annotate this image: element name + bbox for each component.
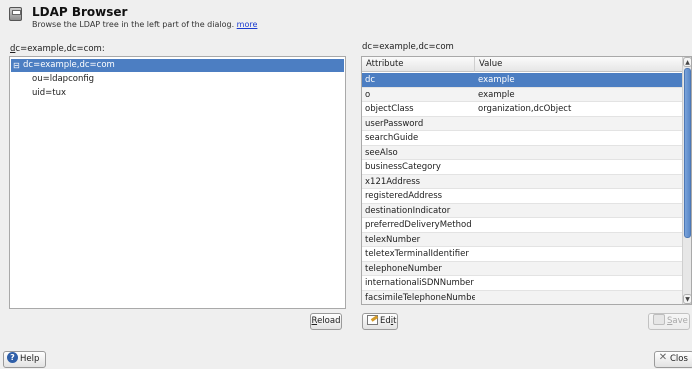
close-icon: ✕ — [658, 351, 668, 363]
scroll-down-icon[interactable]: ▼ — [683, 294, 691, 304]
attribute-cell: dc — [365, 75, 376, 85]
entry-dn-label: dc=example,dc=com — [362, 42, 454, 52]
table-row[interactable]: businessCategory — [362, 160, 682, 175]
table-row[interactable]: internationaliSDNNumber — [362, 276, 682, 291]
value-cell: example — [478, 89, 515, 100]
attribute-cell: destinationIndicator — [365, 205, 451, 216]
tree-node-root[interactable]: ⊟ dc=example,dc=com — [11, 59, 344, 72]
table-header: Attribute Value — [362, 57, 682, 72]
ldap-tree[interactable]: ⊟ dc=example,dc=com ou=ldapconfig uid=tu… — [9, 56, 346, 309]
help-icon: ? — [7, 352, 18, 363]
attribute-cell: teletexTerminalIdentifier — [365, 249, 469, 259]
table-row[interactable]: x121Address — [362, 174, 682, 189]
more-link[interactable]: more — [237, 20, 258, 29]
attribute-cell: x121Address — [365, 176, 421, 187]
attribute-cell: telexNumber — [365, 234, 421, 245]
edit-icon — [367, 314, 378, 325]
table-row[interactable]: dc example — [362, 73, 682, 88]
table-row[interactable]: objectClass organization,dcObject — [362, 102, 682, 117]
table-row[interactable]: userPassword — [362, 116, 682, 131]
reload-button[interactable]: Reload — [310, 313, 342, 330]
table-row[interactable]: preferredDeliveryMethod — [362, 218, 682, 233]
value-cell: organization,dcObject — [478, 104, 572, 114]
tree-node-ldapconfig[interactable]: ou=ldapconfig — [32, 73, 94, 86]
edit-label-rest: t — [393, 316, 397, 326]
table-row[interactable]: o example — [362, 87, 682, 102]
tree-node-label: uid=tux — [32, 88, 67, 98]
close-button[interactable]: ✕ Clos — [654, 351, 692, 368]
attribute-cell: telephoneNumber — [365, 263, 442, 274]
table-row[interactable]: teletexTerminalIdentifier — [362, 247, 682, 262]
attribute-cell: objectClass — [365, 104, 414, 114]
save-icon — [653, 314, 665, 325]
close-label: Clos — [670, 354, 688, 364]
table-row[interactable]: searchGuide — [362, 131, 682, 146]
reload-label: eload — [317, 316, 341, 326]
column-header-attribute[interactable]: Attribute — [362, 57, 475, 72]
tree-label-text: c=example,dc=com: — [15, 44, 105, 54]
table-row[interactable]: registeredAddress — [362, 189, 682, 204]
table-row[interactable]: telephoneNumber — [362, 261, 682, 276]
attribute-cell: seeAlso — [365, 147, 398, 158]
attribute-cell: facsimileTelephoneNumber — [365, 292, 475, 303]
table-row[interactable]: facsimileTelephoneNumber — [362, 290, 682, 304]
table-row[interactable]: telexNumber — [362, 232, 682, 247]
tree-node-tux[interactable]: uid=tux — [32, 87, 66, 100]
dialog-subtitle: Browse the LDAP tree in the left part of… — [32, 20, 257, 29]
attribute-cell: businessCategory — [365, 162, 441, 172]
help-label: Help — [20, 354, 40, 364]
dialog-title: LDAP Browser — [32, 5, 128, 19]
save-label: ave — [672, 316, 688, 326]
scroll-up-icon[interactable]: ▲ — [683, 57, 691, 67]
table-row[interactable]: seeAlso — [362, 145, 682, 160]
attribute-cell: preferredDeliveryMethod — [365, 220, 472, 230]
attribute-cell: userPassword — [365, 118, 424, 129]
edit-button[interactable]: Edit — [362, 313, 398, 330]
help-button[interactable]: ? Help — [3, 351, 46, 368]
attribute-cell: registeredAddress — [365, 191, 443, 201]
tree-label: dc=example,dc=com: — [10, 44, 105, 54]
attribute-cell: searchGuide — [365, 133, 419, 143]
attribute-cell: internationaliSDNNumber — [365, 278, 474, 288]
tree-node-label: dc=example,dc=com — [23, 60, 115, 70]
save-button[interactable]: Save — [648, 313, 690, 330]
vertical-scrollbar[interactable]: ▲ ▼ — [682, 57, 691, 304]
edit-label-pre: Ed — [380, 316, 391, 326]
dialog-header: LDAP Browser Browse the LDAP tree in the… — [8, 5, 678, 29]
attribute-cell: o — [365, 89, 371, 100]
tree-node-label: ou=ldapconfig — [32, 74, 95, 84]
value-cell: example — [478, 75, 515, 85]
table-row[interactable]: destinationIndicator — [362, 203, 682, 218]
subtitle-text: Browse the LDAP tree in the left part of… — [32, 20, 235, 29]
scrollbar-thumb[interactable] — [684, 68, 691, 238]
attribute-table[interactable]: Attribute Value dc example o example objectC… — [361, 56, 692, 305]
collapse-icon[interactable]: ⊟ — [13, 59, 21, 72]
ldap-browser-icon — [9, 7, 22, 21]
column-header-value[interactable]: Value — [475, 57, 682, 72]
